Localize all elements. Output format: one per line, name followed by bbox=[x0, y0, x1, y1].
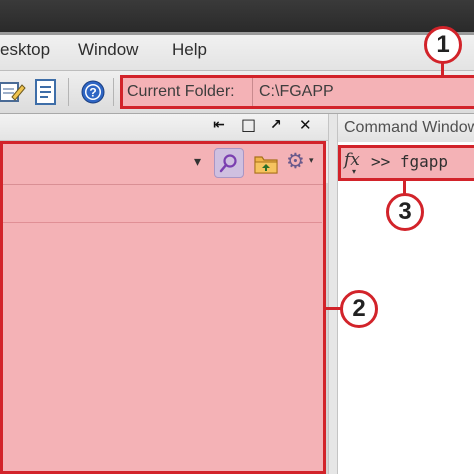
maximize-icon[interactable]: □ bbox=[241, 115, 256, 134]
undock-icon[interactable]: ⇤ bbox=[213, 117, 225, 133]
current-folder-divider bbox=[252, 78, 253, 106]
toolbar-separator bbox=[68, 78, 69, 106]
command-input[interactable]: >> fgapp bbox=[371, 152, 448, 171]
current-folder-path-field[interactable]: C:\FGAPP bbox=[259, 83, 334, 101]
callout-marker-3: 3 bbox=[386, 193, 424, 231]
popout-icon[interactable]: ↗ bbox=[270, 117, 282, 133]
document-icon[interactable] bbox=[35, 79, 57, 105]
callout-leader bbox=[403, 180, 406, 194]
edit-document-icon[interactable] bbox=[0, 79, 26, 105]
current-folder-panel-highlight bbox=[0, 141, 326, 474]
chevron-down-icon: ▾ bbox=[352, 167, 357, 176]
title-bar bbox=[0, 0, 474, 32]
menu-bar bbox=[0, 35, 474, 71]
panel-splitter[interactable] bbox=[328, 114, 338, 474]
menu-help[interactable]: Help bbox=[172, 40, 207, 60]
callout-marker-1: 1 bbox=[424, 26, 462, 64]
help-icon[interactable]: ? bbox=[81, 80, 105, 104]
callout-marker-2: 2 bbox=[340, 290, 378, 328]
current-folder-label: Current Folder: bbox=[127, 83, 235, 100]
menu-desktop[interactable]: esktop bbox=[0, 40, 50, 60]
command-window-title: Command Window bbox=[344, 119, 474, 136]
svg-text:?: ? bbox=[89, 86, 96, 100]
toolbar-separator bbox=[113, 78, 114, 106]
menu-window[interactable]: Window bbox=[78, 40, 138, 60]
close-icon[interactable]: ✕ bbox=[299, 116, 312, 134]
